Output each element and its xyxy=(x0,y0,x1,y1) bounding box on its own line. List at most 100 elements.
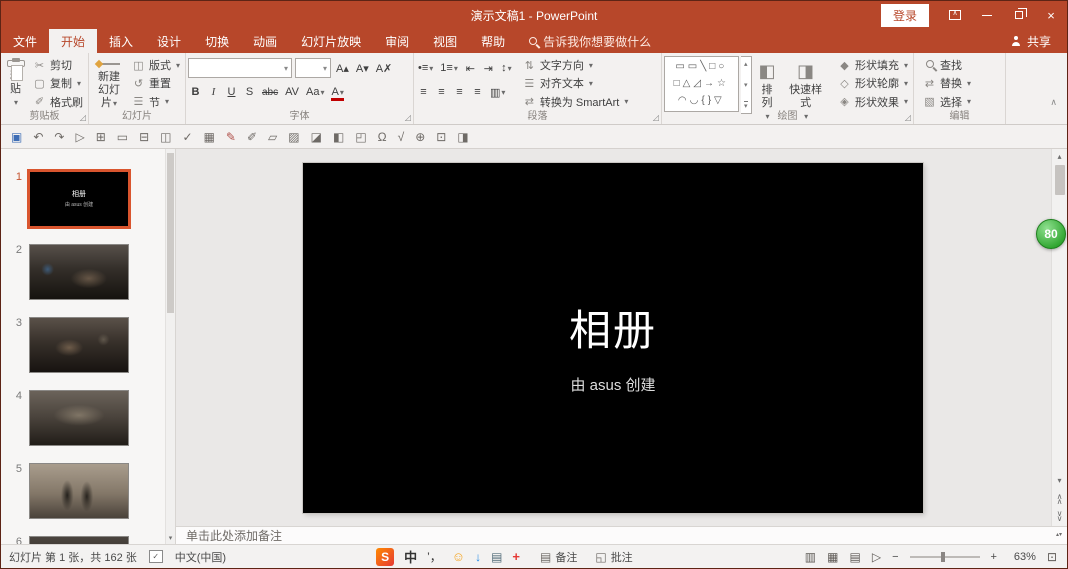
slide-thumbnail-1[interactable]: 相册 由 asus 创建 xyxy=(29,171,129,227)
notes-scrollbar[interactable]: ▴▾ xyxy=(1051,532,1067,539)
shrink-font-button[interactable]: A▾ xyxy=(354,59,371,77)
qat-print-preview-button[interactable]: ◫ xyxy=(160,131,171,143)
qat-fit-window-button[interactable]: ⊡ xyxy=(436,131,446,143)
qat-arrange-window-button[interactable]: ◨ xyxy=(457,131,468,143)
slide-editor-area[interactable]: 相册 由 asus 创建 xyxy=(176,149,1051,526)
slide-thumbnail-5[interactable] xyxy=(29,463,129,519)
reset-button[interactable]: ↺重置 xyxy=(129,74,183,92)
ribbon-display-options-button[interactable] xyxy=(939,1,971,29)
language-indicator[interactable]: 中文(中国) xyxy=(175,549,226,565)
slide-counter[interactable]: 幻灯片 第 1 张，共 162 张 xyxy=(9,549,137,565)
quick-styles-button[interactable]: ◨ 快速样式▾ xyxy=(782,56,829,111)
zoom-out-button[interactable]: − xyxy=(892,551,898,563)
grow-font-button[interactable]: A▴ xyxy=(334,59,351,77)
toolbox-icon[interactable]: + xyxy=(512,549,520,564)
previous-slide-button[interactable]: ∧∧ xyxy=(1055,494,1065,504)
shapes-row[interactable]: □△◿→☆ xyxy=(668,77,735,91)
tab-view[interactable]: 视图 xyxy=(421,29,469,53)
qat-insert-table-button[interactable]: ▦ xyxy=(204,131,215,143)
gallery-up-icon[interactable]: ▴ xyxy=(744,60,748,68)
notes-toggle[interactable]: ▤备注 xyxy=(540,549,577,565)
qat-zoom-button[interactable]: ⊕ xyxy=(415,131,425,143)
scroll-down-icon[interactable]: ▾ xyxy=(166,534,175,542)
next-slide-button[interactable]: ∨∨ xyxy=(1055,511,1065,521)
tab-file[interactable]: 文件 xyxy=(1,29,49,53)
text-shadow-button[interactable]: S xyxy=(242,83,257,101)
shape-effects-button[interactable]: ◈形状效果▾ xyxy=(835,93,911,111)
qat-highlighter-button[interactable]: ✐ xyxy=(247,131,257,143)
tab-home[interactable]: 开始 xyxy=(49,29,97,53)
normal-view-button[interactable]: ▥ xyxy=(805,550,816,564)
qat-insert-picture-button[interactable]: ▨ xyxy=(288,131,299,143)
clear-formatting-button[interactable]: A✗ xyxy=(374,59,395,77)
qat-eraser-button[interactable]: ▱ xyxy=(268,131,277,143)
virtual-keyboard-icon[interactable]: ▤ xyxy=(491,550,502,564)
slide-subtitle-text[interactable]: 由 asus 创建 xyxy=(303,374,923,395)
tab-animations[interactable]: 动画 xyxy=(241,29,289,53)
qat-print-button[interactable]: ⊟ xyxy=(139,131,149,143)
vertical-scrollbar[interactable]: ▴ ▾ ∧∧ ∨∨ xyxy=(1051,149,1067,526)
align-left-button[interactable]: ≡ xyxy=(416,83,431,101)
tab-design[interactable]: 设计 xyxy=(145,29,193,53)
tab-help[interactable]: 帮助 xyxy=(469,29,517,53)
dialog-launcher-icon[interactable]: ◿ xyxy=(405,114,411,122)
slide-thumbnail-pane[interactable]: 1 相册 由 asus 创建 2 3 4 5 xyxy=(1,149,176,544)
qat-insert-chart-button[interactable]: ◪ xyxy=(311,131,322,143)
gallery-more-icon[interactable]: ▾ xyxy=(744,101,748,110)
qat-header-footer-button[interactable]: ◰ xyxy=(355,131,366,143)
comments-toggle[interactable]: ◱批注 xyxy=(595,549,632,565)
italic-button[interactable]: I xyxy=(206,83,221,101)
scrollbar-thumb[interactable] xyxy=(1055,165,1065,195)
restore-button[interactable] xyxy=(1003,1,1035,29)
scroll-down-icon[interactable]: ▾ xyxy=(1055,475,1065,487)
paste-button[interactable]: 粘贴▾ xyxy=(3,56,28,111)
qat-spelling-button[interactable]: ✓ xyxy=(183,131,193,143)
select-button[interactable]: ▧选择▾ xyxy=(920,93,974,111)
shapes-gallery[interactable]: ▭▭╲□○ □△◿→☆ ◠◡{}▽ xyxy=(664,56,739,112)
sogou-logo-icon[interactable]: S xyxy=(376,548,394,566)
notes-pane[interactable]: 单击此处添加备注 ▴▾ xyxy=(176,526,1067,544)
convert-smartart-button[interactable]: ⇄转换为 SmartArt▾ xyxy=(520,93,631,111)
font-name-combo[interactable]: ▾ xyxy=(188,58,292,78)
reading-view-button[interactable]: ▤ xyxy=(849,550,860,564)
thumbnail-scrollbar[interactable]: ▾ xyxy=(165,149,175,544)
zoom-slider-thumb[interactable] xyxy=(941,552,945,562)
slide-thumbnail-2[interactable] xyxy=(29,244,129,300)
notes-placeholder[interactable]: 单击此处添加备注 xyxy=(186,527,282,544)
tab-insert[interactable]: 插入 xyxy=(97,29,145,53)
numbering-button[interactable]: 1≡▾ xyxy=(438,59,460,77)
layout-button[interactable]: ◫版式▾ xyxy=(129,56,183,74)
qat-pen-button[interactable]: ✎ xyxy=(226,131,236,143)
qat-save-button[interactable]: ▣ xyxy=(11,131,22,143)
text-direction-button[interactable]: ⇅文字方向▾ xyxy=(520,56,631,74)
replace-button[interactable]: ⇄替换▾ xyxy=(920,74,974,92)
arrange-button[interactable]: ◧ 排列▾ xyxy=(754,56,780,111)
qat-equation-button[interactable]: √ xyxy=(398,131,405,143)
tab-transitions[interactable]: 切换 xyxy=(193,29,241,53)
section-button[interactable]: ☰节▾ xyxy=(129,93,183,111)
shapes-row[interactable]: ◠◡{}▽ xyxy=(668,94,735,108)
zoom-in-button[interactable]: + xyxy=(991,551,997,563)
increase-indent-button[interactable]: ⇥ xyxy=(481,59,496,77)
align-right-button[interactable]: ≡ xyxy=(452,83,467,101)
spellcheck-icon[interactable]: ✓ xyxy=(149,550,163,563)
cut-button[interactable]: ✂剪切 xyxy=(30,56,86,74)
slide-canvas[interactable]: 相册 由 asus 创建 xyxy=(303,163,923,513)
slide-thumbnail-6[interactable] xyxy=(29,536,129,544)
columns-button[interactable]: ▥▾ xyxy=(488,83,507,101)
align-center-button[interactable]: ≡ xyxy=(434,83,449,101)
gallery-down-icon[interactable]: ▾ xyxy=(744,81,748,89)
copy-button[interactable]: ▢复制▾ xyxy=(30,74,86,92)
dialog-launcher-icon[interactable]: ◿ xyxy=(80,114,86,122)
strikethrough-button[interactable]: abc xyxy=(260,83,280,101)
download-skin-icon[interactable]: ↓ xyxy=(475,550,481,564)
shape-outline-button[interactable]: ◇形状轮廓▾ xyxy=(835,74,911,92)
font-size-combo[interactable]: ▾ xyxy=(295,58,331,78)
bullets-button[interactable]: •≡▾ xyxy=(416,59,435,77)
share-button[interactable]: 共享 xyxy=(995,29,1067,53)
slide-thumbnail-4[interactable] xyxy=(29,390,129,446)
zoom-slider[interactable] xyxy=(910,556,980,558)
zoom-level[interactable]: 63% xyxy=(1008,551,1036,563)
justify-button[interactable]: ≡ xyxy=(470,83,485,101)
tell-me-search[interactable]: 告诉我你想要做什么 xyxy=(517,29,663,53)
